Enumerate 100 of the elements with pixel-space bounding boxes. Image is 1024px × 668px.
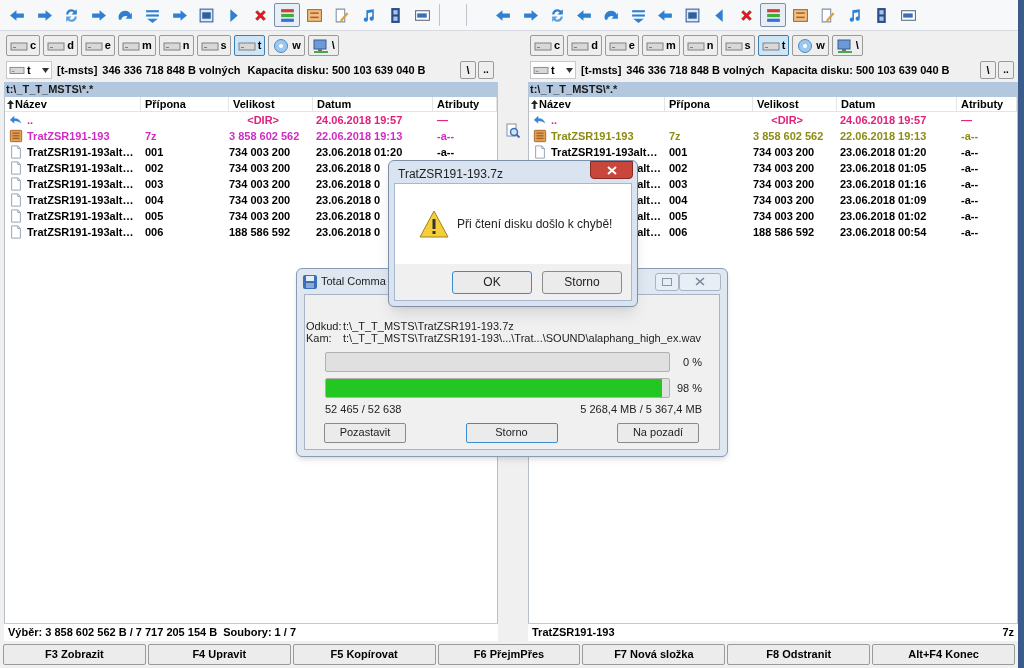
file-date: 23.06.2018 01:16	[840, 177, 927, 190]
drive-button[interactable]: s	[196, 35, 231, 56]
drive-button[interactable]: n	[682, 35, 718, 56]
file-icon	[533, 145, 547, 159]
file-size: 3 858 602 562	[229, 129, 300, 142]
file-attributes: -a--	[961, 225, 979, 238]
dialog-button[interactable]: OK	[452, 270, 532, 294]
file-name: ..	[551, 112, 558, 128]
file-date: 23.06.2018 01:02	[840, 209, 927, 222]
function-key-button[interactable]: F7 Nová složka	[582, 644, 726, 665]
file-date: 23.06.2018 0	[316, 193, 381, 206]
file-attributes: -a--	[961, 161, 979, 174]
drive-button[interactable]: n	[158, 35, 194, 56]
column-header[interactable]: Přípona	[665, 97, 753, 111]
file-icon	[9, 225, 23, 239]
status-text: Výběr: 3 858 602 562 B / 7 717 205 154 B Soubory: 1 / 7	[8, 625, 296, 641]
file-name: alt…	[637, 160, 661, 176]
close-button[interactable]	[590, 161, 633, 179]
drive-button[interactable]: m	[642, 35, 680, 56]
function-key-button[interactable]: F8 Odstranit	[727, 644, 871, 665]
drive-button[interactable]: w	[792, 35, 829, 56]
parent-folder-button[interactable]: ..	[478, 61, 494, 79]
file-icon	[9, 193, 23, 207]
percent-text: 98 %	[675, 380, 702, 396]
dialog-button[interactable]: Na pozadí	[617, 422, 699, 443]
drive-button[interactable]: c	[530, 35, 565, 56]
drive-button[interactable]: e	[604, 35, 639, 56]
column-header[interactable]: Datum	[837, 97, 957, 111]
close-icon	[606, 165, 617, 175]
file-extension: 005	[145, 209, 164, 222]
percent-text: 0 %	[682, 354, 702, 370]
file-size: 734 003 200	[753, 161, 815, 174]
file-extension: 006	[145, 225, 164, 238]
file-size: 734 003 200	[753, 177, 815, 190]
file-name: alt…	[637, 224, 661, 240]
dialog-button[interactable]: Pozastavit	[324, 422, 406, 443]
function-key-button[interactable]: Alt+F4 Konec	[872, 644, 1015, 665]
dialog-button[interactable]: Storno	[542, 270, 622, 294]
root-button[interactable]: \	[460, 61, 476, 79]
disc-icon	[796, 37, 815, 54]
drive-button[interactable]: s	[720, 35, 755, 56]
drive-button[interactable]: e	[80, 35, 115, 56]
file-date: 24.06.2018 19:57	[840, 113, 927, 126]
window-title: TratZSR191-193.7z	[398, 166, 503, 183]
drive-button[interactable]: \	[307, 35, 339, 56]
drive-button[interactable]: d	[43, 35, 78, 56]
caret-icon	[42, 67, 49, 73]
function-key-button[interactable]: F5 Kopírovat	[292, 644, 436, 665]
drive-button[interactable]: d	[567, 35, 602, 56]
file-name: TratZSR191-193alt…	[27, 160, 134, 176]
file-name: TratZSR191-193alt…	[27, 224, 134, 240]
file-attributes: -a--	[437, 145, 455, 158]
file-size: 734 003 200	[229, 209, 291, 222]
file-attributes: —	[437, 113, 448, 126]
free-space-text: 346 336 718 848 B volných	[626, 62, 765, 78]
file-extension: 004	[669, 193, 688, 206]
file-size: 734 003 200	[229, 193, 291, 206]
drive-dropdown[interactable]: t	[530, 61, 576, 79]
drive-button[interactable]: m	[118, 35, 156, 56]
file-icon	[9, 145, 23, 159]
function-key-button[interactable]: F4 Upravit	[147, 644, 291, 665]
file-size: 734 003 200	[753, 145, 815, 158]
file-size: <DIR>	[247, 113, 279, 126]
column-header[interactable]: Velikost	[753, 97, 837, 111]
column-header[interactable]: Atributy	[433, 97, 497, 111]
column-header[interactable]: Název	[5, 97, 141, 111]
toolbar-button[interactable]	[274, 3, 300, 27]
toolbar-button[interactable]	[760, 3, 786, 27]
function-key-button[interactable]: F3 Zobrazit	[3, 644, 146, 665]
drive-button[interactable]: c	[6, 35, 41, 56]
file-name: alt…	[637, 192, 661, 208]
file-size: 188 586 592	[753, 225, 815, 238]
parent-folder-button[interactable]: ..	[998, 61, 1014, 79]
find-button[interactable]	[503, 121, 523, 141]
column-header[interactable]: Přípona	[141, 97, 229, 111]
path-bar: t:\_T_T_MSTS\*.*	[4, 82, 498, 97]
drive-button[interactable]: w	[268, 35, 305, 56]
file-extension: 005	[669, 209, 688, 222]
drive-button[interactable]: \	[831, 35, 863, 56]
field-label: Odkud:	[306, 320, 343, 332]
file-name: alt…	[637, 176, 661, 192]
file-attributes: -a--	[961, 209, 979, 222]
drive-button[interactable]: t	[233, 35, 266, 56]
data-amount-text: 5 268,4 MB / 5 367,4 MB	[580, 402, 702, 417]
network-drive-icon	[835, 37, 854, 54]
column-header[interactable]: Atributy	[957, 97, 1017, 111]
column-header[interactable]: Název	[529, 97, 665, 111]
file-extension: 002	[145, 161, 164, 174]
column-header[interactable]: Datum	[313, 97, 433, 111]
field-label: Kam:	[306, 332, 333, 344]
file-extension: 006	[669, 225, 688, 238]
status-text: TratZSR191-193	[532, 625, 615, 641]
function-key-button[interactable]: F6 PřejmPřes	[437, 644, 581, 665]
root-button[interactable]: \	[980, 61, 996, 79]
file-name: TratZSR191-193	[27, 128, 110, 144]
dialog-button[interactable]: Storno	[465, 422, 558, 443]
column-header[interactable]: Velikost	[229, 97, 313, 111]
drive-button[interactable]: t	[757, 35, 790, 56]
drive-dropdown[interactable]: t	[6, 61, 52, 79]
maximize-button[interactable]	[655, 272, 679, 291]
